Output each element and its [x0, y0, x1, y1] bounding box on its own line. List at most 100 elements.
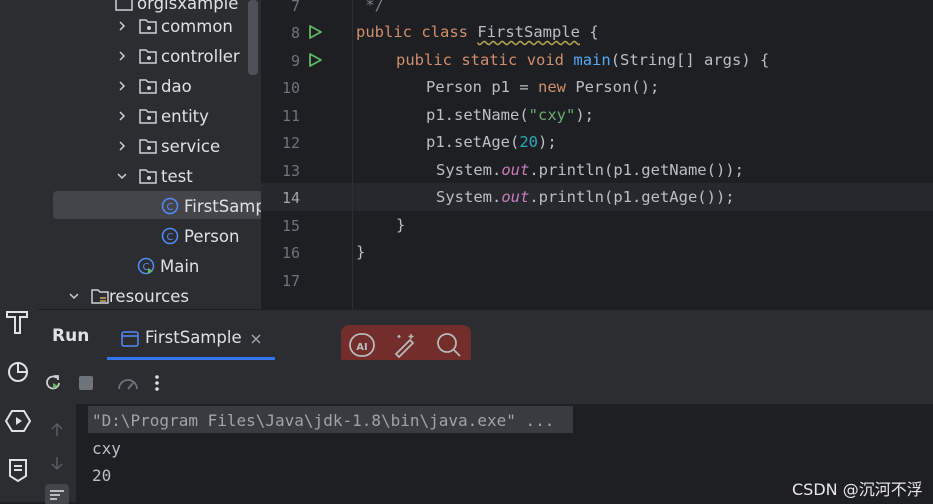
- tree-item-firstsample[interactable]: C FirstSamp: [161, 191, 266, 221]
- tree-item-main[interactable]: C Main: [137, 251, 199, 281]
- tree-item-label: dao: [161, 76, 192, 96]
- line-number: 16: [281, 244, 300, 262]
- keyword: class: [421, 23, 469, 41]
- run-panel-title: Run: [52, 326, 90, 346]
- main-class-icon: C: [137, 257, 155, 275]
- code-text: .println(p1.getName());: [529, 161, 744, 179]
- run-class-gutter-icon[interactable]: [307, 24, 323, 40]
- services-icon[interactable]: [4, 407, 32, 435]
- code-line-12: p1.setAge(20);: [426, 133, 557, 151]
- code-text: {: [580, 23, 599, 41]
- editor-gutter: [261, 0, 353, 309]
- coverage-gauge-icon[interactable]: [117, 373, 139, 393]
- floating-ai-toolbar[interactable]: AI: [341, 325, 471, 365]
- code-line-16: }: [356, 243, 366, 261]
- chevron-right-icon[interactable]: [115, 19, 129, 33]
- run-toolbar: [38, 360, 933, 404]
- run-main-gutter-icon[interactable]: [307, 52, 323, 68]
- line-number: 9: [290, 52, 300, 70]
- tree-item-label: controller: [161, 46, 240, 66]
- chevron-down-icon[interactable]: [115, 169, 129, 183]
- tree-item-common[interactable]: common: [115, 11, 233, 41]
- svg-text:AI: AI: [356, 342, 367, 353]
- tree-item-label: service: [161, 136, 221, 156]
- stop-icon[interactable]: [78, 375, 94, 391]
- code-text: Person p1 =: [426, 78, 538, 96]
- tree-item-service[interactable]: service: [115, 131, 220, 161]
- tree-item-entity[interactable]: entity: [115, 101, 209, 131]
- code-line-14: System.out.println(p1.getAge());: [436, 188, 735, 206]
- close-icon[interactable]: [250, 333, 262, 345]
- resources-folder-icon: [91, 289, 109, 304]
- ai-assistant-icon[interactable]: AI: [347, 331, 377, 359]
- tree-item-person[interactable]: C Person: [161, 221, 239, 251]
- gutter-divider: [352, 0, 353, 309]
- chevron-right-icon[interactable]: [115, 109, 129, 123]
- tree-item-dao[interactable]: dao: [115, 71, 192, 101]
- code-line-8: public class FirstSample {: [356, 23, 599, 41]
- tree-item-controller[interactable]: controller: [115, 41, 240, 71]
- code-text: Person();: [565, 78, 660, 96]
- keyword: public: [356, 23, 412, 41]
- line-number: 12: [281, 134, 300, 152]
- search-icon[interactable]: [435, 331, 463, 359]
- console-output-line: cxy: [92, 439, 121, 458]
- console-command-line: "D:\Program Files\Java\jdk-1.8\bin\java.…: [92, 411, 555, 430]
- package-folder-icon: [139, 49, 157, 64]
- line-number: 7: [290, 0, 300, 15]
- run-tab-firstsample[interactable]: FirstSample: [107, 320, 275, 360]
- number-literal: 20: [519, 133, 538, 151]
- keyword: new: [537, 78, 566, 96]
- line-number: 15: [281, 217, 300, 235]
- keyword: static: [461, 51, 518, 69]
- line-number: 10: [281, 79, 300, 97]
- static-field: out: [501, 161, 530, 179]
- profiler-icon[interactable]: [4, 358, 32, 386]
- tree-scrollbar[interactable]: [248, 0, 258, 75]
- code-line-13: System.out.println(p1.getName());: [436, 161, 744, 179]
- soft-wrap-icon[interactable]: [45, 484, 69, 504]
- method-name: main: [573, 51, 611, 69]
- console-window-icon: [121, 331, 139, 347]
- more-options-icon[interactable]: [153, 373, 161, 393]
- tool-window-strip: [0, 0, 39, 502]
- commit-bookmark-icon[interactable]: [4, 456, 32, 484]
- java-class-icon: C: [161, 197, 179, 215]
- tree-item-label: common: [161, 16, 233, 36]
- tree-item-resources[interactable]: resources: [67, 281, 189, 311]
- chevron-right-icon[interactable]: [115, 79, 129, 93]
- console-output-line: 20: [92, 466, 112, 485]
- tree-item-test[interactable]: test: [115, 161, 193, 191]
- keyword: public: [396, 51, 452, 69]
- run-tab-label: FirstSample: [145, 328, 242, 347]
- static-field: out: [501, 188, 530, 206]
- magic-pen-icon[interactable]: [391, 331, 419, 359]
- chevron-right-icon[interactable]: [115, 49, 129, 63]
- build-hammer-icon[interactable]: [4, 308, 32, 336]
- code-text: p1.setAge(: [426, 133, 520, 151]
- line-number: 17: [281, 272, 300, 290]
- line-number: 13: [281, 162, 300, 180]
- keyword: void: [526, 51, 565, 69]
- package-folder-icon: [139, 79, 157, 94]
- code-editor[interactable]: [353, 0, 933, 309]
- code-line-15: }: [396, 216, 406, 234]
- line-number: 11: [281, 107, 300, 125]
- tree-item-label: Main: [160, 256, 200, 276]
- tree-item-label: FirstSamp: [184, 196, 266, 216]
- scroll-down-icon[interactable]: [49, 455, 65, 471]
- chevron-down-icon[interactable]: [67, 289, 81, 303]
- tree-item-label: resources: [109, 286, 189, 306]
- chevron-right-icon[interactable]: [115, 139, 129, 153]
- scroll-up-icon[interactable]: [49, 422, 65, 438]
- rerun-icon[interactable]: [43, 374, 63, 394]
- folder-icon: [115, 0, 133, 11]
- tree-item-label: Person: [184, 226, 240, 246]
- code-line-9: public static void main(String[] args) {: [396, 51, 769, 69]
- watermark: CSDN @沉河不浮: [792, 480, 923, 499]
- code-text: System.: [436, 188, 502, 206]
- package-folder-icon: [139, 19, 157, 34]
- tree-item-label: test: [161, 166, 193, 186]
- code-text: .println(p1.getAge());: [529, 188, 735, 206]
- code-text: );: [538, 133, 557, 151]
